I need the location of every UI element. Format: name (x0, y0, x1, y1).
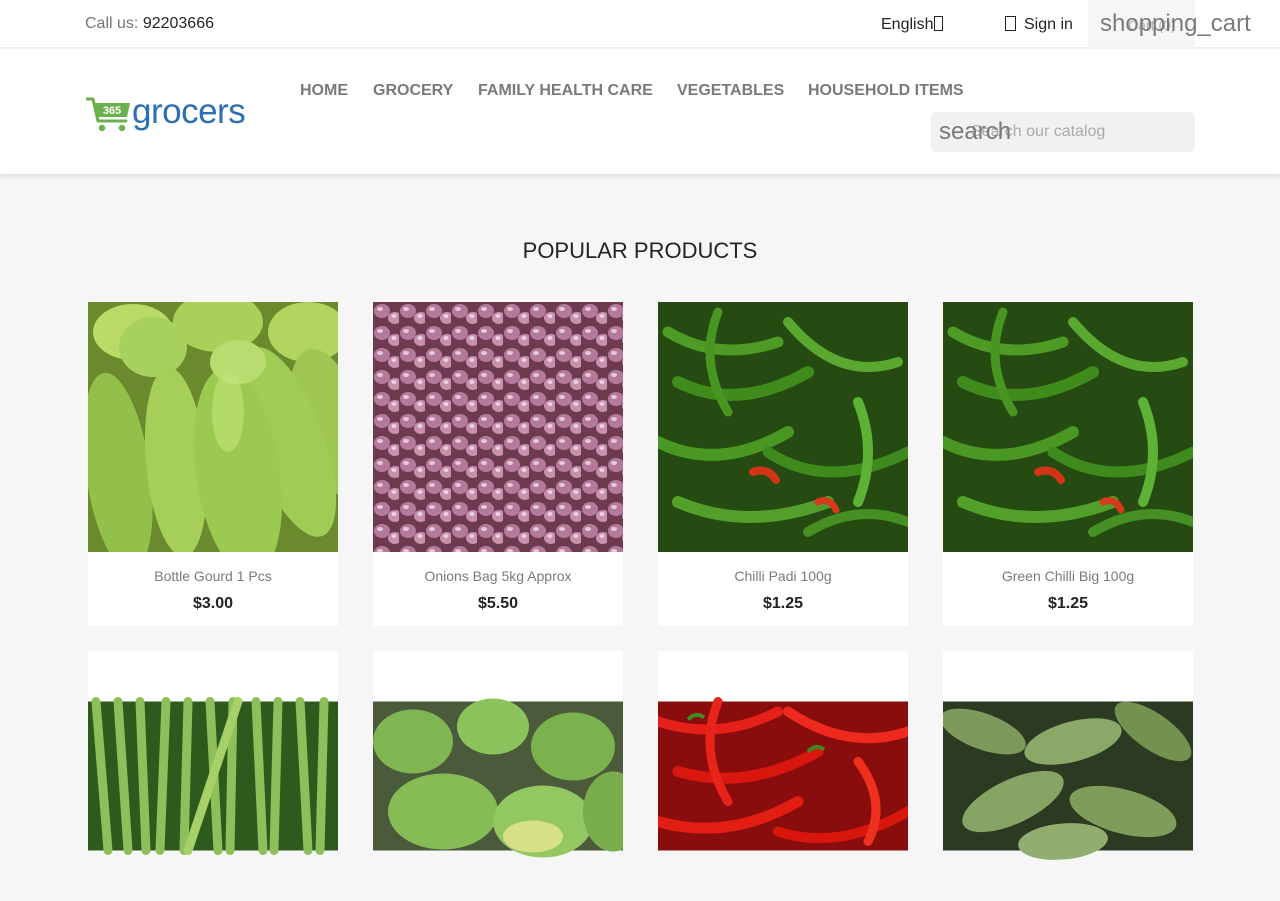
nav-home[interactable]: HOME (300, 82, 348, 100)
product-price: $1.25 (762, 595, 804, 612)
logo-badge: 365 (103, 105, 121, 117)
product-card[interactable] (373, 651, 623, 858)
search-icon[interactable]: search (939, 118, 1011, 146)
product-card[interactable] (88, 651, 338, 855)
cart-logo-icon: 365 (86, 97, 130, 132)
product-image[interactable] (943, 651, 1193, 901)
sign-in-label: Sign in (1024, 16, 1073, 33)
nav-household-items[interactable]: HOUSEHOLD ITEMS (808, 82, 964, 100)
product-image[interactable] (658, 651, 908, 901)
nav-grocery[interactable]: GROCERY (373, 82, 453, 100)
product-card[interactable]: Chilli Padi 100g $1.25 (658, 302, 908, 626)
site-logo[interactable]: 365 grocers (86, 92, 246, 133)
product-card[interactable] (658, 651, 908, 851)
product-name[interactable]: Onions Bag 5kg Approx (373, 568, 623, 584)
product-card[interactable]: Green Chilli Big 100g $1.25 (943, 302, 1193, 626)
chevron-down-icon (934, 16, 944, 31)
product-card[interactable] (943, 651, 1193, 860)
product-price: $5.50 (477, 595, 519, 612)
sign-in-link[interactable]: Sign in (1005, 16, 1073, 34)
product-name[interactable]: Bottle Gourd 1 Pcs (88, 568, 338, 584)
product-name[interactable]: Green Chilli Big 100g (943, 568, 1193, 584)
site-header: 365 grocers HOME GROCERY FAMILY HEALTH C… (0, 49, 1280, 174)
product-price: $3.00 (192, 595, 234, 612)
call-us-label: Call us: (85, 15, 139, 32)
product-image[interactable] (88, 651, 338, 901)
product-card[interactable]: Onions Bag 5kg Approx $5.50 (373, 302, 623, 626)
phone-number[interactable]: 92203666 (143, 15, 214, 32)
user-icon (1005, 16, 1016, 31)
product-image[interactable] (943, 302, 1193, 552)
product-image[interactable] (658, 302, 908, 552)
nav-family-health-care[interactable]: FAMILY HEALTH CARE (478, 82, 653, 100)
logo-text: grocers (132, 92, 246, 131)
top-bar: Call us: 92203666 English Sign in Cart (… (0, 0, 1280, 48)
product-price: $1.25 (1047, 595, 1089, 612)
product-image[interactable] (373, 302, 623, 552)
shopping-cart-icon[interactable]: shopping_cart (1100, 10, 1251, 38)
product-name[interactable]: Chilli Padi 100g (658, 568, 908, 584)
search-box: search (931, 112, 1195, 152)
section-title: POPULAR PRODUCTS (522, 238, 758, 263)
language-selector[interactable]: English (881, 16, 944, 34)
product-image[interactable] (88, 302, 338, 552)
product-card[interactable]: Bottle Gourd 1 Pcs $3.00 (88, 302, 338, 626)
product-image[interactable] (373, 651, 623, 901)
language-label: English (881, 16, 934, 33)
nav-vegetables[interactable]: VEGETABLES (677, 82, 784, 100)
contact-info: Call us: 92203666 (85, 15, 214, 33)
